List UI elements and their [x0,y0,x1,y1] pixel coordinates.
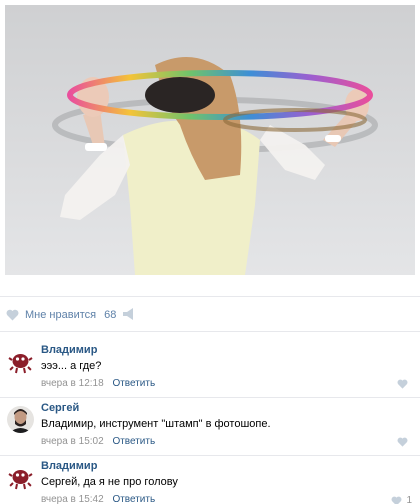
comment-time[interactable]: вчера в 15:42 [41,494,104,504]
post-actions-bar: Мне нравится 68 [0,296,420,332]
heart-icon [6,309,19,321]
heart-icon [392,496,402,504]
comment: Владимир эээ... а где? вчера в 12:18 Отв… [0,340,420,398]
heart-icon [397,379,408,389]
comment-text: Сергей, да я не про голову [41,476,178,488]
comment-meta: вчера в 15:42 Ответить [41,493,155,504]
comment-text: эээ... а где? [41,360,102,372]
reply-link[interactable]: Ответить [112,378,155,389]
comment-meta: вчера в 15:02 Ответить [41,435,155,448]
comment-author[interactable]: Владимир [41,343,97,357]
photo-image [5,5,415,275]
avatar[interactable] [7,348,34,375]
comment-author[interactable]: Сергей [41,401,79,415]
comment-like-button[interactable] [397,379,412,389]
comment-text: Владимир, инструмент "штамп" в фотошопе. [41,418,271,430]
like-button[interactable]: Мне нравится 68 [6,308,116,322]
comment-like-count: 1 [406,495,412,504]
avatar-candy-icon [7,348,34,375]
reply-link[interactable]: Ответить [112,494,155,504]
comment-like-button[interactable] [397,437,412,447]
avatar[interactable] [7,406,34,433]
avatar[interactable] [7,464,34,491]
avatar-person-icon [7,406,34,433]
comment: Сергей Владимир, инструмент "штамп" в фо… [0,398,420,456]
comment-time[interactable]: вчера в 15:02 [41,436,104,447]
comment-time[interactable]: вчера в 12:18 [41,378,104,389]
heart-icon [397,437,408,447]
reply-link[interactable]: Ответить [112,436,155,447]
comment-author[interactable]: Владимир [41,459,97,473]
comment-meta: вчера в 12:18 Ответить [41,377,155,390]
share-button[interactable] [122,307,136,324]
avatar-candy-icon [7,464,34,491]
like-label: Мне нравится [25,309,97,321]
like-count: 68 [104,309,117,321]
comment: Владимир Сергей, да я не про голову вчер… [0,456,420,504]
megaphone-icon [123,308,133,320]
post-photo[interactable] [5,5,415,275]
comment-like-button[interactable]: 1 [391,495,412,504]
